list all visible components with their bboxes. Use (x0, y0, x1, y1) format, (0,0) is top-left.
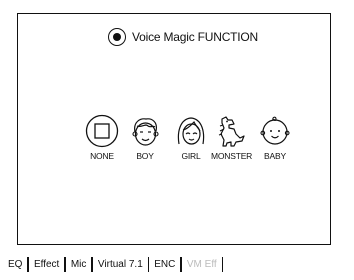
girl-face-icon (177, 117, 205, 145)
square-icon (85, 114, 119, 148)
tab-eq[interactable]: EQ (3, 259, 27, 270)
voice-option-girl[interactable]: GIRL (171, 114, 211, 161)
voice-label-boy: BOY (136, 151, 154, 161)
voice-option-monster[interactable]: MONSTER (211, 114, 253, 161)
tab-enc[interactable]: ENC (149, 259, 180, 270)
radio-selected-dot (113, 33, 121, 41)
tab-effect[interactable]: Effect (29, 259, 64, 270)
boy-face-icon (132, 118, 159, 146)
tab-virtual-7-1[interactable]: Virtual 7.1 (93, 259, 148, 270)
voice-option-baby[interactable]: BABY (255, 114, 295, 161)
voice-label-none: NONE (90, 151, 114, 161)
dinosaur-icon (218, 116, 245, 147)
tab-divider (221, 257, 224, 272)
voice-label-baby: BABY (264, 151, 286, 161)
tab-vm-eff[interactable]: VM Eff (182, 259, 222, 270)
voice-option-none[interactable]: NONE (82, 114, 122, 161)
voice-magic-panel: Voice Magic FUNCTION NONE BOY GIRL MONST… (17, 13, 331, 245)
tab-bar: EQ Effect Mic Virtual 7.1 ENC VM Eff (3, 257, 224, 272)
voice-option-boy[interactable]: BOY (125, 114, 165, 161)
voice-magic-toggle[interactable]: Voice Magic FUNCTION (108, 28, 258, 46)
voice-magic-title: Voice Magic FUNCTION (132, 30, 259, 44)
voice-label-monster: MONSTER (211, 151, 253, 161)
voice-label-girl: GIRL (181, 151, 201, 161)
voice-magic-radio[interactable] (108, 28, 126, 46)
tab-mic[interactable]: Mic (66, 259, 92, 270)
baby-face-icon (260, 116, 290, 145)
